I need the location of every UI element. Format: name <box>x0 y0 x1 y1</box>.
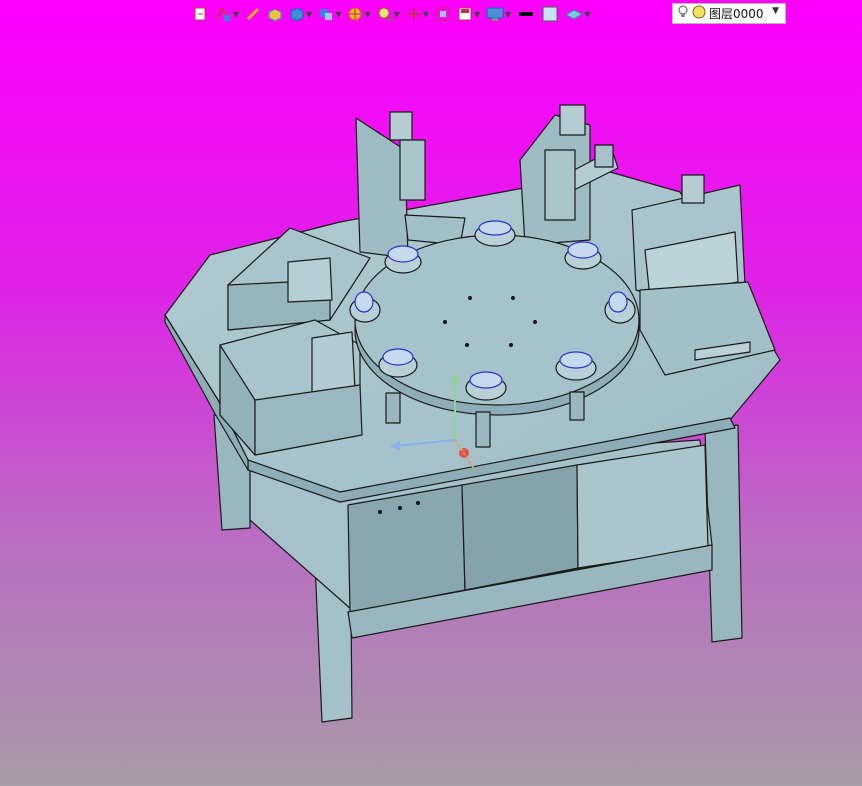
fixture-3 <box>564 241 602 270</box>
solid-cube-icon[interactable]: ▼ <box>287 3 314 25</box>
line-style-icon[interactable] <box>515 3 537 25</box>
cabinet-door-2 <box>461 464 579 591</box>
new-document-icon[interactable] <box>190 3 210 25</box>
sketch-icon[interactable]: ▼ <box>212 3 241 25</box>
cad-viewport[interactable] <box>0 0 862 786</box>
lightbulb-icon[interactable] <box>677 5 689 22</box>
fill-color-icon[interactable] <box>539 3 561 25</box>
display-icon[interactable]: ▼ <box>484 3 513 25</box>
render-style-icon[interactable]: ▼ <box>563 3 592 25</box>
cabinet-door-1 <box>347 484 466 613</box>
fixture-2 <box>474 220 516 247</box>
fit-view-icon[interactable] <box>433 3 453 25</box>
layer-color-icon[interactable] <box>692 5 706 22</box>
chevron-down-icon[interactable]: ▼ <box>423 10 429 19</box>
chevron-down-icon[interactable]: ▼ <box>335 10 341 19</box>
cylinder-1 <box>385 392 401 424</box>
layer-name: 图层0000 <box>709 7 764 21</box>
fixture-5 <box>555 351 597 381</box>
box-icon[interactable] <box>265 3 285 25</box>
save-icon[interactable]: ▼ <box>455 3 482 25</box>
chevron-down-icon[interactable]: ▼ <box>772 6 779 16</box>
chevron-down-icon[interactable]: ▼ <box>394 10 400 19</box>
fixture-7 <box>378 348 418 378</box>
toolbar: ▼ ▼ ▼ ▼ ▼ ▼ ▼ ▼ ▼ <box>190 2 592 26</box>
chevron-down-icon[interactable]: ▼ <box>584 10 590 19</box>
feature-icon[interactable]: ▼ <box>316 3 343 25</box>
chevron-down-icon[interactable]: ▼ <box>306 10 312 19</box>
chevron-down-icon[interactable]: ▼ <box>474 10 480 19</box>
cylinder-3 <box>569 391 585 421</box>
chevron-down-icon[interactable]: ▼ <box>233 10 239 19</box>
cylinder-2 <box>475 411 491 448</box>
spoke-wheel-icon[interactable]: ▼ <box>345 3 372 25</box>
pencil-icon[interactable] <box>243 3 263 25</box>
fixture-6 <box>465 371 507 401</box>
fixture-1 <box>384 245 422 274</box>
chevron-down-icon[interactable]: ▼ <box>364 10 370 19</box>
chevron-down-icon[interactable]: ▼ <box>505 10 511 19</box>
layer-selector[interactable]: 图层0000 ▼ <box>672 3 786 24</box>
zoom-icon[interactable]: ▼ <box>375 3 402 25</box>
pan-icon[interactable]: ▼ <box>404 3 431 25</box>
